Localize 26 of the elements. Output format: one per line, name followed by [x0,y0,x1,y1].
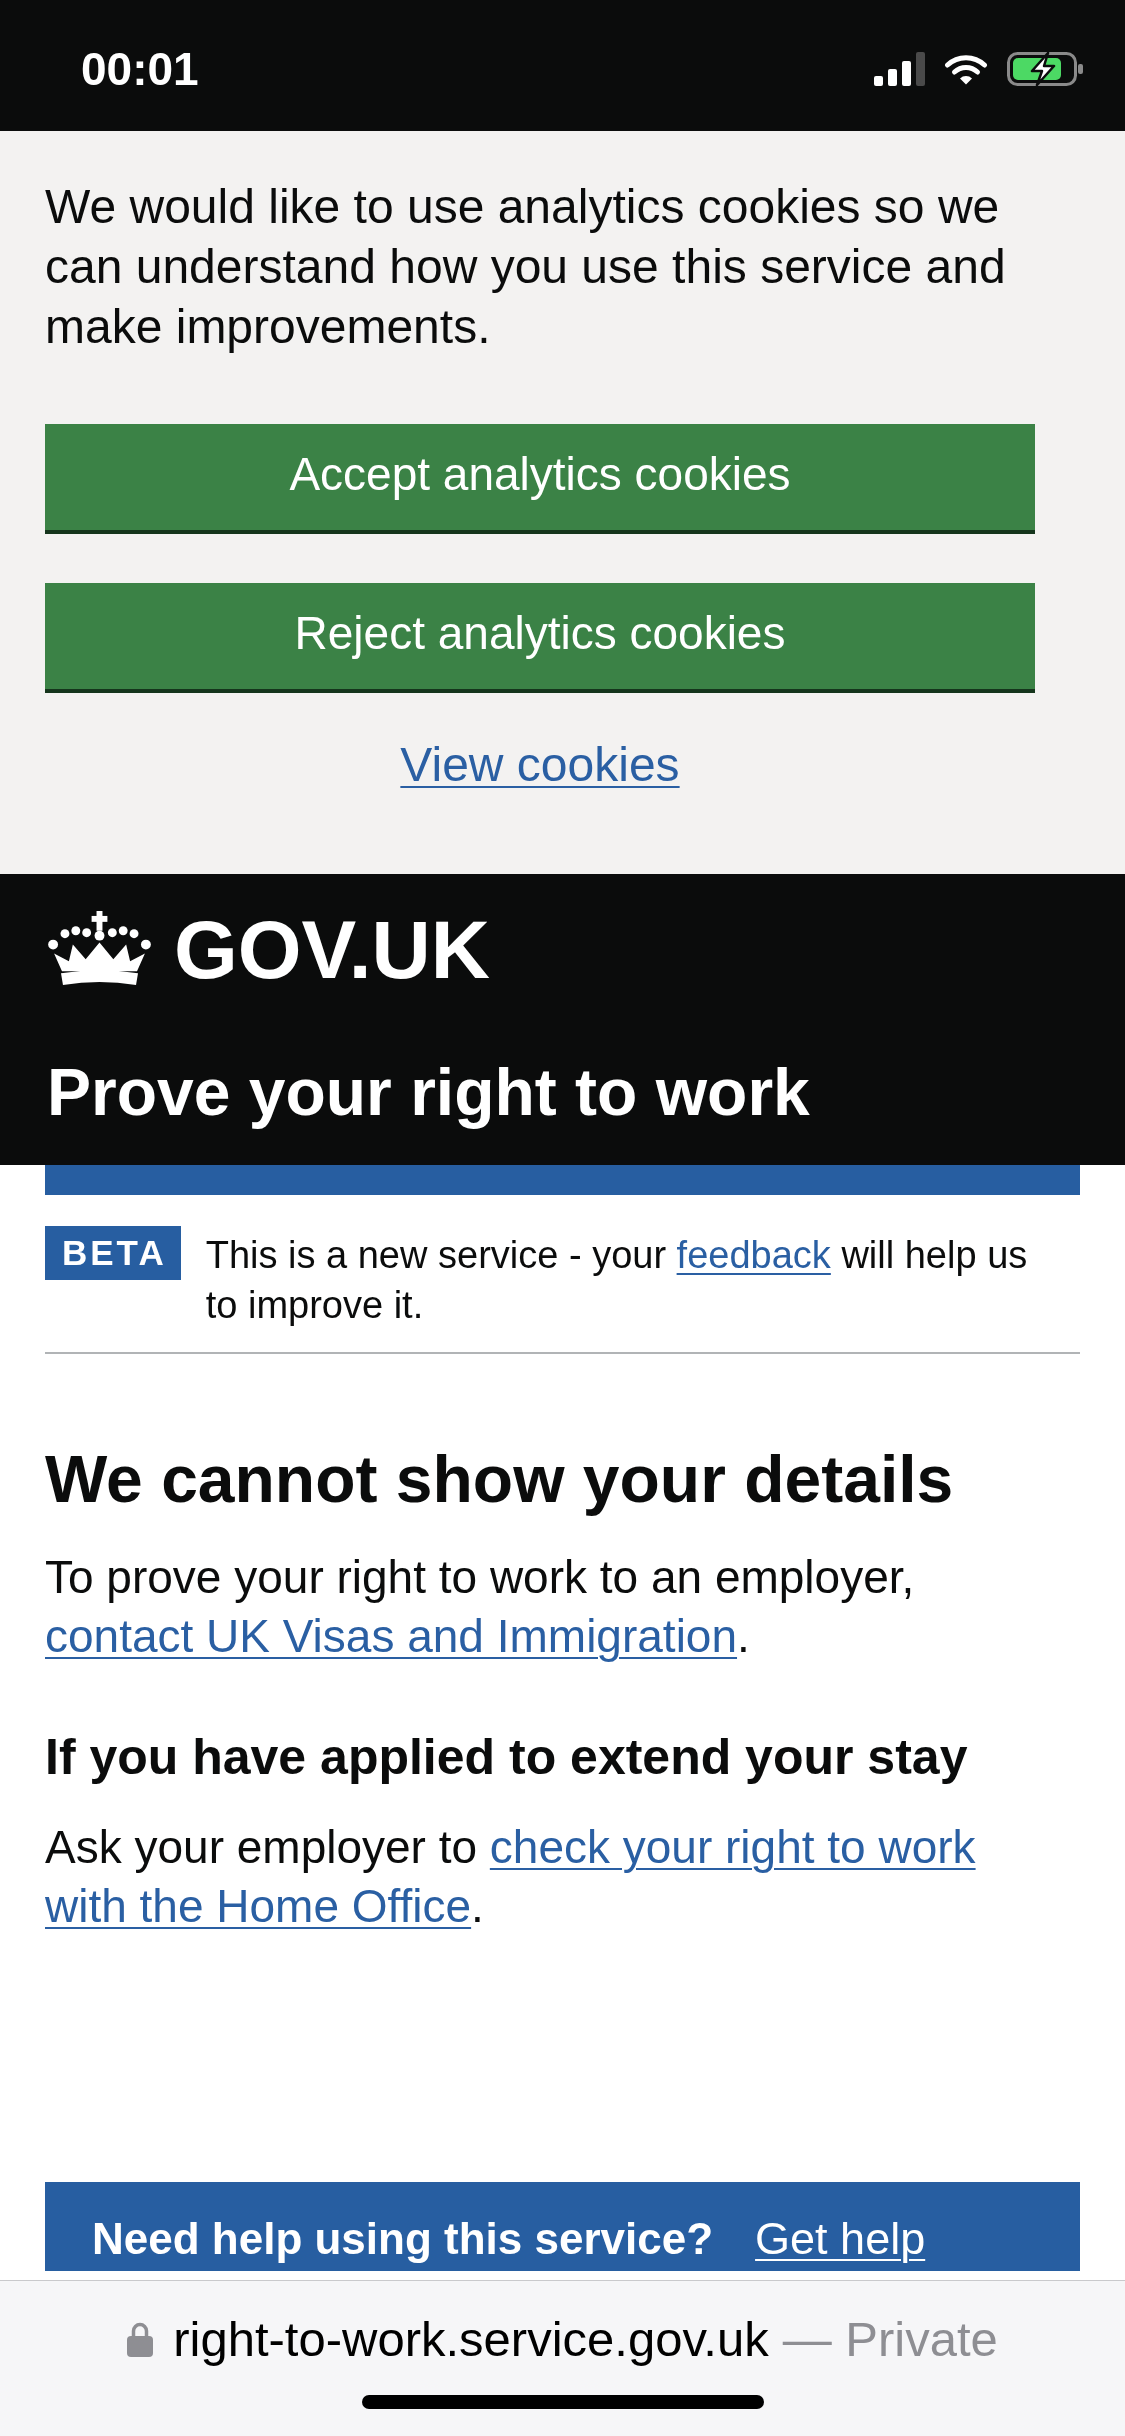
wifi-icon [944,52,988,85]
service-name-link[interactable]: Prove your right to work [47,1054,810,1130]
cookie-button[interactable]: Reject analytics cookies [45,583,1035,693]
text-link[interactable]: check your right to work [489,1821,976,1873]
view-cookies-link[interactable]: View cookies [400,735,680,795]
address-text[interactable]: right-to-work.service.gov.uk [173,2311,769,2367]
crown-icon [47,911,152,988]
page-heading: We cannot show your details [45,1441,955,1517]
section-heading: If you have applied to extend your stay [45,1728,969,1787]
lock-icon [127,2321,154,2357]
get-help-link[interactable]: Get help [755,2214,926,2264]
text-link[interactable]: with the Home Office [45,1880,472,1932]
battery-charging-icon [1007,51,1083,86]
cookie-message: We would like to use analytics cookies so we can understand how you use this service and make improvements. [45,179,1007,355]
text-link[interactable]: contact UK Visas and Immigration [45,1610,738,1662]
body-text: Ask your employer to check your right to work with the Home Office. [45,1820,977,1934]
help-heading: Need help using this service? [92,2214,714,2264]
logo-link[interactable]: GOV.UK [47,911,490,988]
private-mode-label: — Private [782,2311,998,2367]
cookie-button[interactable]: Accept analytics cookies [45,424,1035,534]
phase-tag: BETA [45,1226,181,1280]
status-time: 00:01 [81,45,199,92]
signal-icon [874,51,925,86]
text-link[interactable]: feedback [676,1234,831,1276]
body-text: To prove your right to work to an employer, contact UK Visas and Immigration. [45,1550,916,1664]
phase-banner-text: This is a new service - your feedback will help us to improve it. [205,1233,1028,1328]
